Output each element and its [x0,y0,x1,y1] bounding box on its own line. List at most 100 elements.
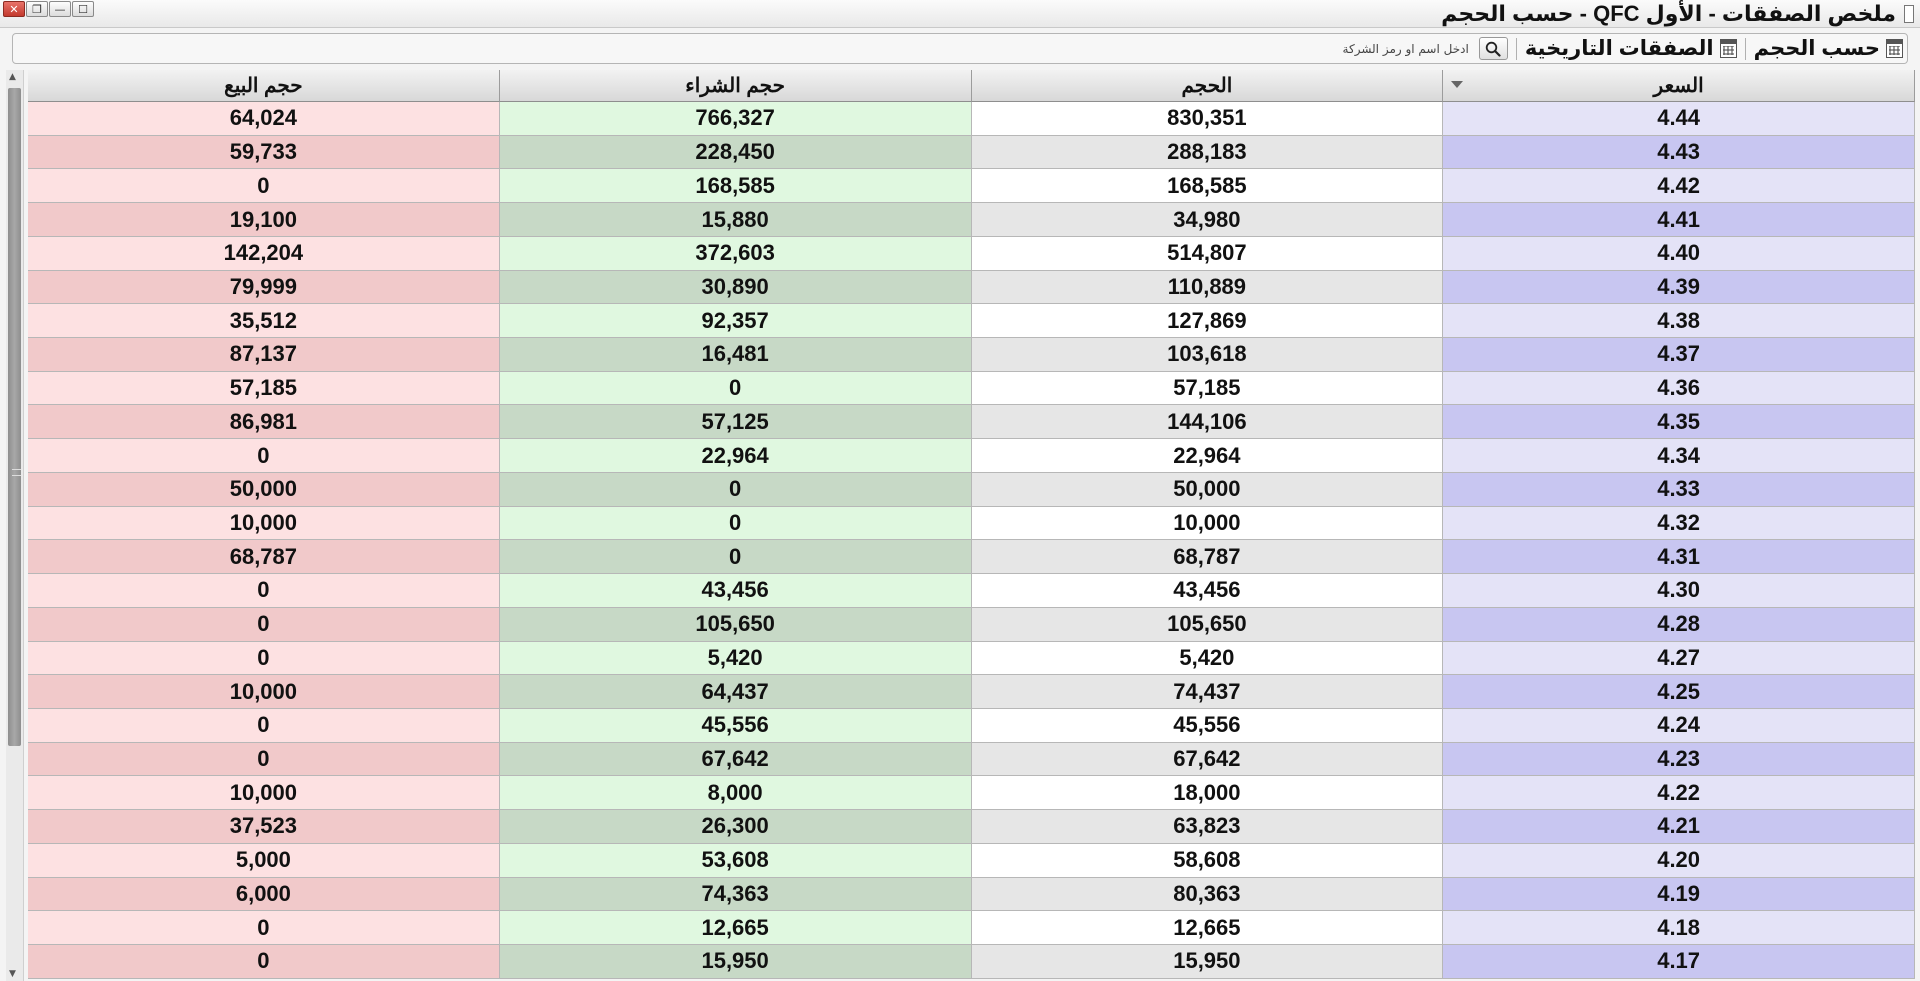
toolbar: حسب الحجم الصفقات التاريخية [12,33,1908,64]
minimize-button[interactable]: — [49,1,71,17]
sell-volume-cell: 0 [28,169,500,204]
column-header-sell-volume[interactable]: حجم البيع [28,70,500,102]
table-row[interactable]: 142,204 372,603 514,807 4.40 [28,236,1915,271]
table-row[interactable]: 0 15,950 15,950 4.17 [28,944,1915,979]
sell-volume-cell: 0 [28,641,500,676]
table-row[interactable]: 19,100 15,880 34,980 4.41 [28,203,1915,237]
table-row[interactable]: 35,512 92,357 127,869 4.38 [28,304,1915,339]
price-cell: 4.31 [1443,540,1915,575]
price-cell: 4.25 [1443,675,1915,709]
buy-volume-cell: 22,964 [499,439,972,473]
volume-cell: 830,351 [971,102,1444,136]
table-row[interactable]: 10,000 0 10,000 4.32 [28,506,1915,541]
price-cell: 4.39 [1443,270,1915,305]
price-cell: 4.41 [1443,203,1915,237]
close-button[interactable]: ✕ [3,1,25,17]
table-row[interactable]: 50,000 0 50,000 4.33 [28,472,1915,507]
table-row[interactable]: 87,137 16,481 103,618 4.37 [28,338,1915,372]
sell-volume-cell: 142,204 [28,236,500,271]
volume-cell: 5,420 [971,641,1444,676]
volume-cell: 80,363 [971,877,1444,912]
buy-volume-cell: 8,000 [499,776,972,811]
table-row[interactable]: 0 43,456 43,456 4.30 [28,574,1915,608]
sell-volume-cell: 10,000 [28,776,500,811]
buy-volume-cell: 12,665 [499,911,972,945]
table-row[interactable]: 0 12,665 12,665 4.18 [28,911,1915,945]
search-button[interactable] [1478,37,1508,60]
table-row[interactable]: 0 168,585 168,585 4.42 [28,169,1915,204]
buy-volume-cell: 766,327 [499,102,972,136]
table-row[interactable]: 57,185 0 57,185 4.36 [28,371,1915,406]
price-cell: 4.27 [1443,641,1915,676]
sell-volume-cell: 19,100 [28,203,500,237]
sell-volume-cell: 0 [28,439,500,473]
price-cell: 4.37 [1443,338,1915,372]
window-icon [1904,5,1914,23]
volume-cell: 514,807 [971,236,1444,271]
buy-volume-cell: 67,642 [499,742,972,777]
restore-button[interactable]: ❐ [26,1,48,17]
sell-volume-cell: 10,000 [28,675,500,709]
table-row[interactable]: 10,000 64,437 74,437 4.25 [28,675,1915,709]
historical-trades-button[interactable]: الصفقات التاريخية [1525,36,1737,61]
by-volume-button[interactable]: حسب الحجم [1754,36,1903,61]
price-cell: 4.23 [1443,742,1915,777]
table-row[interactable]: 10,000 8,000 18,000 4.22 [28,776,1915,811]
table-row[interactable]: 64,024 766,327 830,351 4.44 [28,102,1915,136]
sell-volume-cell: 87,137 [28,338,500,372]
buy-volume-cell: 105,650 [499,607,972,642]
maximize-button[interactable]: ☐ [72,1,94,17]
table-row[interactable]: 86,981 57,125 144,106 4.35 [28,405,1915,440]
table-row[interactable]: 6,000 74,363 80,363 4.19 [28,877,1915,912]
sell-volume-cell: 10,000 [28,506,500,541]
sell-volume-cell: 57,185 [28,371,500,406]
price-cell: 4.44 [1443,102,1915,136]
price-cell: 4.36 [1443,371,1915,406]
volume-cell: 288,183 [971,135,1444,170]
sell-volume-cell: 35,512 [28,304,500,339]
volume-cell: 110,889 [971,270,1444,305]
sell-volume-cell: 0 [28,742,500,777]
volume-cell: 12,665 [971,911,1444,945]
price-cell: 4.19 [1443,877,1915,912]
price-cell: 4.33 [1443,472,1915,507]
table-row[interactable]: 0 45,556 45,556 4.24 [28,708,1915,743]
column-header-buy-volume[interactable]: حجم الشراء [499,70,972,102]
volume-cell: 74,437 [971,675,1444,709]
buy-volume-cell: 30,890 [499,270,972,305]
toolbar-divider [1515,37,1517,60]
table-row[interactable]: 5,000 53,608 58,608 4.20 [28,843,1915,878]
table-body: 64,024 766,327 830,351 4.44 59,733 228,450 288… [28,102,1915,979]
volume-cell: 18,000 [971,776,1444,811]
volume-cell: 103,618 [971,338,1444,372]
buy-volume-cell: 45,556 [499,708,972,743]
window-title-area: ملخص الصفقات - الأول QFC - حسب الحجم [1441,1,1914,26]
buy-volume-cell: 57,125 [499,405,972,440]
price-cell: 4.35 [1443,405,1915,440]
sell-volume-cell: 6,000 [28,877,500,912]
table-row[interactable]: 79,999 30,890 110,889 4.39 [28,270,1915,305]
vertical-scrollbar[interactable]: ▲ ▼ [6,70,24,981]
price-cell: 4.22 [1443,776,1915,811]
table-row[interactable]: 0 5,420 5,420 4.27 [28,641,1915,676]
table-row[interactable]: 68,787 0 68,787 4.31 [28,540,1915,575]
sell-volume-cell: 5,000 [28,843,500,878]
column-header-volume[interactable]: الحجم [971,70,1444,102]
table-row[interactable]: 59,733 228,450 288,183 4.43 [28,135,1915,170]
sort-descending-icon [1451,81,1464,88]
table-row[interactable]: 0 67,642 67,642 4.23 [28,742,1915,777]
buy-volume-cell: 92,357 [499,304,972,339]
scroll-down-arrow[interactable]: ▼ [9,969,16,979]
table-row[interactable]: 0 22,964 22,964 4.34 [28,439,1915,473]
scrollbar-thumb[interactable] [8,88,21,746]
scroll-up-arrow[interactable]: ▲ [9,72,16,82]
price-cell: 4.21 [1443,810,1915,844]
column-header-price[interactable]: السعر [1443,70,1915,102]
volume-cell: 67,642 [971,742,1444,777]
price-cell: 4.42 [1443,169,1915,204]
table-row[interactable]: 37,523 26,300 63,823 4.21 [28,810,1915,844]
window-title: ملخص الصفقات - الأول QFC - حسب الحجم [1441,1,1896,26]
company-search-input[interactable] [1216,37,1471,60]
search-icon [1486,41,1501,57]
table-row[interactable]: 0 105,650 105,650 4.28 [28,607,1915,642]
